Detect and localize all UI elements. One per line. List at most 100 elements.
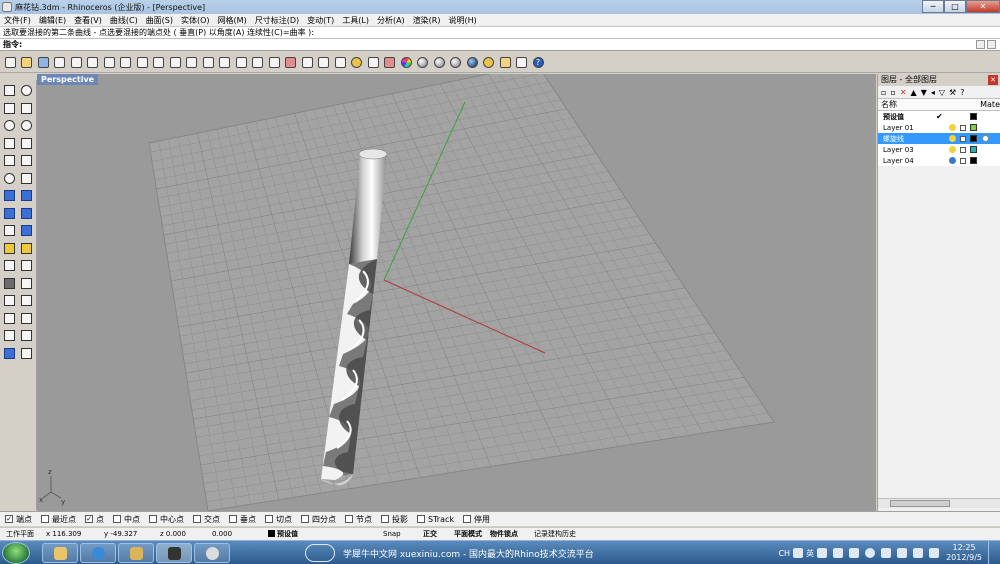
cplane-icon[interactable] [299,55,315,71]
layer-row[interactable]: Layer 03 [878,144,1000,155]
osnap-option[interactable]: 垂点 [229,514,256,525]
light-bulb-icon[interactable] [949,146,956,153]
checkbox-icon[interactable]: ✓ [5,515,13,523]
menu-analyze[interactable]: 分析(A) [373,15,409,26]
extrude-icon[interactable] [18,222,35,240]
analyze-icon[interactable] [1,327,18,345]
osnap-option[interactable]: 四分点 [301,514,336,525]
print-icon[interactable] [52,55,68,71]
paste-icon[interactable] [118,55,134,71]
show-desktop-button[interactable] [988,541,1000,564]
layer-color-swatch[interactable] [970,135,977,142]
text-tool-icon[interactable] [1,310,18,328]
arc-icon[interactable] [1,135,18,153]
cylinder-icon[interactable] [1,222,18,240]
panel-close-icon[interactable]: ✕ [988,75,998,85]
light-bulb-icon[interactable] [949,124,956,131]
snap-icon[interactable] [316,55,332,71]
menu-solid[interactable]: 实体(O) [177,15,214,26]
menu-help[interactable]: 说明(H) [445,15,481,26]
help-icon[interactable]: ? [960,88,964,97]
start-button[interactable] [2,542,30,564]
mesh-icon[interactable] [1,275,18,293]
checkbox-icon[interactable] [149,515,157,523]
scrollbar-thumb[interactable] [890,500,950,507]
properties-icon[interactable] [382,55,398,71]
layer-color-swatch[interactable] [970,146,977,153]
undo-icon[interactable] [134,55,150,71]
open-file-icon[interactable] [19,55,35,71]
maximize-button[interactable]: □ [944,0,966,13]
ime-settings-icon[interactable] [849,548,860,558]
material-circle-icon[interactable] [982,135,989,142]
menu-view[interactable]: 查看(V) [70,15,106,26]
lock-icon[interactable] [960,135,966,142]
circle-icon[interactable] [1,117,18,135]
rectangle-icon[interactable] [18,135,35,153]
layer-color-swatch[interactable] [970,113,977,120]
grid-dots-icon[interactable] [18,345,35,363]
osnap-option[interactable]: 中心点 [149,514,184,525]
light-bulb-icon[interactable] [949,135,956,142]
surface-corner-icon[interactable] [1,187,18,205]
render-object-icon[interactable] [1,345,18,363]
new-file-icon[interactable] [2,55,18,71]
import-icon[interactable] [68,55,84,71]
ime-mode[interactable]: 英 [806,548,814,559]
boolean-union-icon[interactable] [1,240,18,258]
layer-row[interactable]: Layer 04 [878,155,1000,166]
ime-moon-icon[interactable] [817,548,828,558]
menu-edit[interactable]: 编辑(E) [35,15,70,26]
render-sphere-icon[interactable] [464,55,480,71]
checkbox-icon[interactable] [113,515,121,523]
osnap-option[interactable]: ✓ 点 [85,514,104,525]
lock-icon[interactable] [365,55,381,71]
checkbox-icon[interactable] [265,515,273,523]
layer-row[interactable]: 螺旋线 [878,133,1000,144]
osnap-option[interactable]: 交点 [193,514,220,525]
layer-row[interactable]: Layer 01 [878,122,1000,133]
zoom-extents-icon[interactable] [217,55,233,71]
checkbox-icon[interactable]: ✓ [85,515,93,523]
move-parent-icon[interactable]: ◂ [931,88,935,97]
minimize-button[interactable]: ─ [922,0,944,13]
cut-icon[interactable] [85,55,101,71]
osnap-option[interactable]: ✓ 端点 [5,514,32,525]
scale-icon[interactable] [18,310,35,328]
lock-icon[interactable] [960,146,966,153]
viewport-title-tab[interactable]: Perspective [37,74,99,85]
menu-file[interactable]: 文件(F) [0,15,35,26]
ime-keyboard-icon[interactable] [833,548,844,558]
menu-curve[interactable]: 曲线(C) [106,15,142,26]
point-icon[interactable] [18,82,35,100]
sphere-solid-icon[interactable] [18,205,35,223]
checkbox-icon[interactable] [417,515,425,523]
delete-layer-icon[interactable]: ✕ [900,88,907,97]
tray-arrow-icon[interactable] [881,548,892,558]
menu-transform[interactable]: 变动(T) [303,15,338,26]
checkbox-icon[interactable] [229,515,237,523]
flamingo-icon[interactable] [481,55,497,71]
layer-color-swatch[interactable] [970,157,977,164]
checkbox-icon[interactable] [301,515,309,523]
zoom-extents-all-icon[interactable] [250,55,266,71]
surface-edge-icon[interactable] [18,187,35,205]
rendered-sphere-icon[interactable] [448,55,464,71]
menu-dimension[interactable]: 尺寸标注(D) [251,15,303,26]
lock-icon[interactable] [960,157,966,164]
command-line[interactable]: 指令: [0,39,1000,51]
pan-hand-icon[interactable] [151,55,167,71]
menu-render[interactable]: 渲染(R) [409,15,445,26]
move-down-icon[interactable]: ▼ [921,88,927,97]
command-dropdown-icon[interactable] [976,40,985,49]
osnap-option[interactable]: STrack [417,515,454,524]
checkbox-icon[interactable] [345,515,353,523]
checkbox-icon[interactable] [41,515,49,523]
checkbox-icon[interactable] [193,515,201,523]
copy-icon[interactable] [101,55,117,71]
lock-icon[interactable] [960,124,966,131]
polygon-icon[interactable] [1,152,18,170]
help-icon[interactable]: ? [530,55,546,71]
fillet-curve-icon[interactable] [18,170,35,188]
menu-surface[interactable]: 曲面(S) [142,15,177,26]
